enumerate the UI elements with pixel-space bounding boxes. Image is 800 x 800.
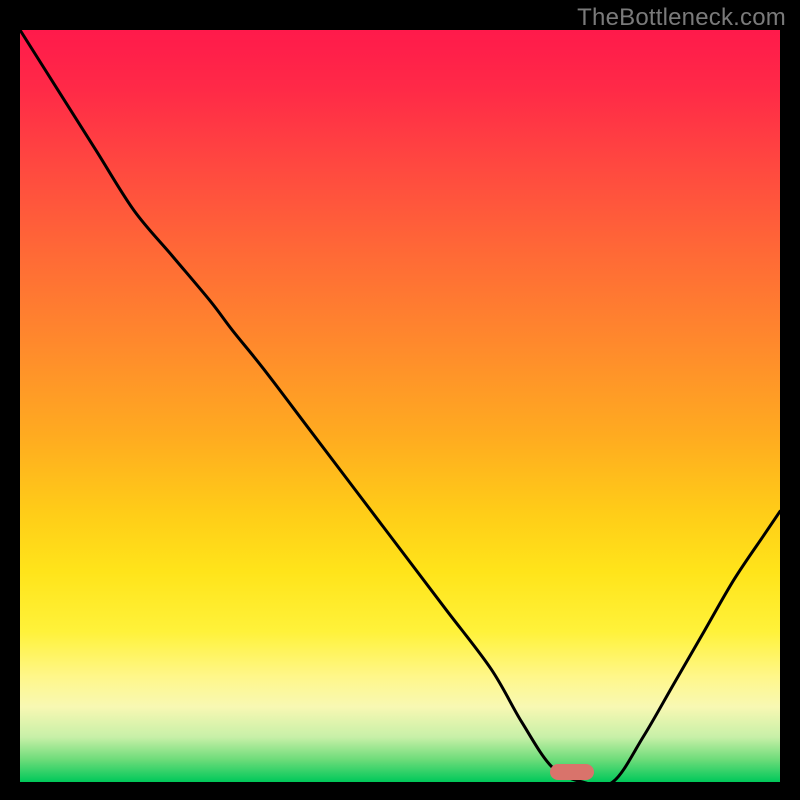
bottleneck-curve: [20, 30, 780, 782]
watermark-text: TheBottleneck.com: [577, 4, 786, 32]
chart-frame: TheBottleneck.com: [0, 0, 800, 800]
plot-area: [20, 30, 780, 782]
optimal-marker: [550, 764, 594, 780]
